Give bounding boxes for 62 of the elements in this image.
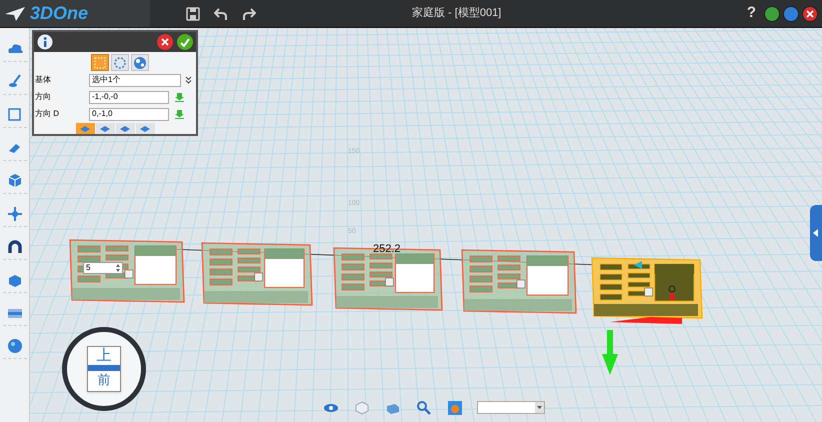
field-label: 方向 [35,91,52,103]
front-face-label[interactable]: 前 [98,371,110,389]
field-label: 方向 D [35,108,60,120]
count-input[interactable]: 5 [83,262,123,274]
down-axis-arrow [602,330,618,375]
triangle-handle-icon[interactable] [634,261,642,269]
dotted-circle-icon [112,54,128,70]
paper-plane-icon [4,6,26,22]
cube-outline-button[interactable] [353,399,370,416]
cancel-button[interactable] [157,34,173,50]
undo-button[interactable] [214,6,230,22]
shape-tab[interactable] [116,123,134,134]
confirm-button[interactable] [177,34,193,50]
mode-tab[interactable] [91,54,109,71]
sphere-icon [6,336,24,354]
value-field[interactable]: 选中1个 [89,74,181,86]
checkmark-icon [180,38,190,46]
download-arrow-icon[interactable] [175,92,184,102]
maximize-button[interactable] [783,6,799,22]
minimize-button[interactable] [764,6,780,22]
diamond-icon [99,124,111,132]
side-panel-tab[interactable] [810,205,822,261]
square-icon [6,106,24,124]
render-icon [446,400,462,416]
save-button[interactable] [186,6,202,22]
top-face-label[interactable]: 上 [96,347,112,365]
pin-handle-icon[interactable] [668,286,676,300]
value-field[interactable]: 0,-1,0 [89,108,169,120]
redo-button[interactable] [242,6,258,22]
axis-arrow [610,317,682,324]
render-button[interactable] [446,399,463,416]
close-icon [161,38,169,46]
zoom-button[interactable] [415,399,432,416]
sphere-icon [132,54,148,70]
spinner-icon[interactable] [116,264,120,272]
field-label: 基体 [35,74,52,86]
diamond-icon [119,124,131,132]
dropdown-field[interactable] [477,401,545,414]
shape-tab[interactable] [136,123,154,134]
value-field[interactable]: -1,-0,-0 [89,90,169,104]
diamond-icon [79,124,91,132]
dotted-square-icon [92,54,108,70]
view-cube[interactable]: 上 前 [62,327,146,411]
close-icon [806,10,814,18]
download-arrow-icon[interactable] [175,110,184,118]
close-button[interactable] [802,6,818,22]
help-button[interactable]: ? [746,2,756,25]
info-icon[interactable] [37,34,53,50]
dropdown-caret-icon[interactable] [537,406,542,409]
diamond-icon [139,124,151,132]
mode-tab[interactable] [111,54,129,71]
move-arrows-icon [6,204,24,222]
magnet-icon [6,238,24,256]
app-logo: 3DOne [30,2,88,25]
cube-outline-icon [354,400,370,416]
shape-tab[interactable] [76,123,94,134]
mode-tab[interactable] [131,54,149,71]
zoom-icon [416,400,432,416]
window-title: 家庭版 - [模型001] [412,6,502,22]
double-chevron-icon[interactable] [185,76,192,84]
caret-icon [813,229,819,237]
shape-tab[interactable] [96,123,114,134]
